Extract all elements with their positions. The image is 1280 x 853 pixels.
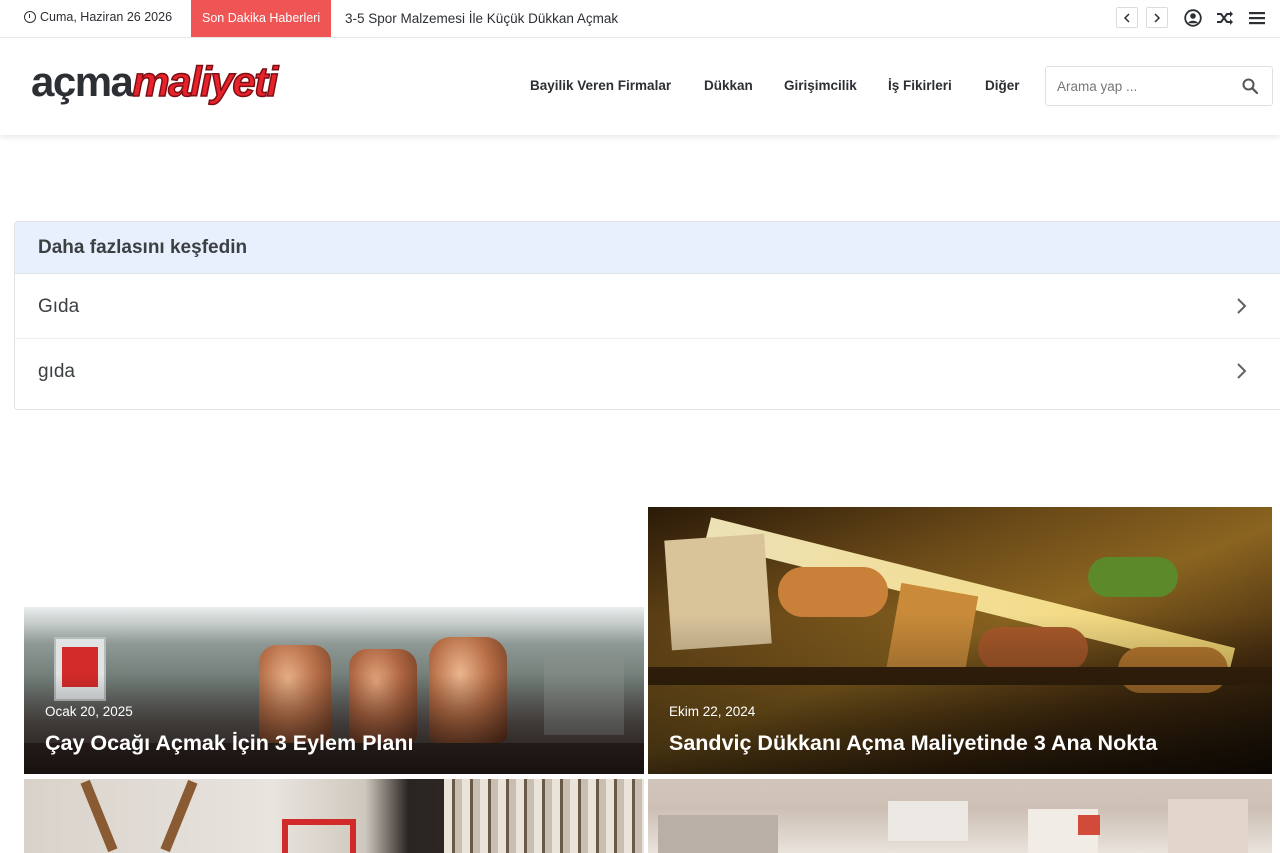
- chevron-right-icon: [1237, 298, 1247, 314]
- nav-item-dukkan[interactable]: Dükkan: [704, 78, 753, 93]
- explore-item-label: Gıda: [38, 296, 80, 317]
- explore-item-label: gıda: [38, 361, 75, 382]
- explore-item-gida-1[interactable]: Gıda: [15, 274, 1280, 339]
- post-image: [648, 779, 1272, 853]
- explore-item-gida-2[interactable]: gıda: [15, 339, 1280, 404]
- top-bar: Cuma, Haziran 26 2026 Son Dakika Haberle…: [0, 0, 1280, 38]
- logo-part-2: maliyeti: [132, 57, 279, 106]
- search-box: [1045, 66, 1273, 106]
- post-overlay: [24, 673, 644, 774]
- nav-item-girisimcilik[interactable]: Girişimcilik: [784, 78, 857, 93]
- date-text: Cuma, Haziran 26 2026: [40, 10, 173, 24]
- ticker-next-button[interactable]: [1146, 7, 1168, 28]
- post-date: Ocak 20, 2025: [45, 704, 133, 719]
- post-card-4[interactable]: [648, 779, 1272, 853]
- explore-more-box: Daha fazlasını keşfedin Gıda gıda: [14, 221, 1280, 410]
- post-title[interactable]: Sandviç Dükkanı Açma Maliyetinde 3 Ana N…: [669, 731, 1157, 756]
- user-login-button[interactable]: [1183, 8, 1202, 27]
- nav-item-diger[interactable]: Diğer: [985, 78, 1020, 93]
- post-card-cay-ocagi[interactable]: Ocak 20, 2025 Çay Ocağı Açmak İçin 3 Eyl…: [24, 607, 644, 774]
- user-circle-icon: [1183, 8, 1202, 27]
- search-icon[interactable]: [1242, 78, 1258, 94]
- current-date: Cuma, Haziran 26 2026: [24, 10, 172, 24]
- search-input[interactable]: [1046, 67, 1236, 105]
- menu-button[interactable]: [1247, 8, 1266, 27]
- nav-item-is-fikirleri[interactable]: İş Fikirleri: [888, 78, 952, 93]
- chevron-right-icon: [1154, 12, 1161, 23]
- post-card-3[interactable]: [24, 779, 644, 853]
- explore-title: Daha fazlasını keşfedin: [15, 222, 1280, 274]
- hamburger-icon: [1248, 11, 1265, 24]
- post-date: Ekim 22, 2024: [669, 704, 756, 719]
- breaking-news-link[interactable]: 3-5 Spor Malzemesi İle Küçük Dükkan Açma…: [345, 11, 618, 26]
- chevron-left-icon: [1123, 12, 1130, 23]
- ticker-prev-button[interactable]: [1116, 7, 1138, 28]
- post-card-sandvic[interactable]: Ekim 22, 2024 Sandviç Dükkanı Açma Maliy…: [648, 507, 1272, 774]
- clock-icon: [24, 11, 36, 23]
- site-header: açma maliyeti Bayilik Veren Firmalar Dük…: [0, 38, 1280, 135]
- breaking-news-label: Son Dakika Haberleri: [191, 0, 332, 37]
- site-logo[interactable]: açma maliyeti: [31, 57, 279, 114]
- chevron-right-icon: [1237, 363, 1247, 379]
- logo-part-1: açma: [31, 58, 134, 105]
- shuffle-icon: [1216, 10, 1233, 25]
- post-image: [24, 779, 644, 853]
- nav-item-bayilik[interactable]: Bayilik Veren Firmalar: [530, 78, 671, 93]
- random-post-button[interactable]: [1215, 8, 1234, 27]
- post-title[interactable]: Çay Ocağı Açmak İçin 3 Eylem Planı: [45, 731, 413, 756]
